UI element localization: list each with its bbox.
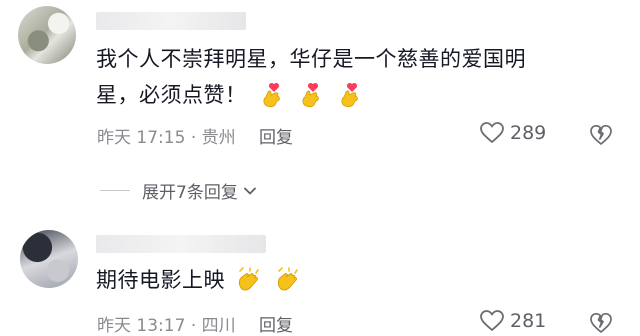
finger-heart-emoji-icon xyxy=(263,82,280,108)
heart-outline-icon xyxy=(480,310,504,332)
finger-heart-emoji-icon xyxy=(302,82,319,108)
dislike-broken-heart-icon[interactable] xyxy=(590,124,612,146)
comment-text: 我个人不崇拜明星，华仔是一个慈善的爱国明 xyxy=(96,47,526,71)
username-blurred[interactable] xyxy=(96,12,246,30)
avatar[interactable] xyxy=(18,6,76,64)
like-button[interactable]: 289 xyxy=(480,122,546,144)
expand-replies-label: 展开7条回复 xyxy=(142,183,238,203)
comment-time: 昨天 17:15 xyxy=(97,128,186,148)
expand-replies-button[interactable]: 展开7条回复 xyxy=(100,178,258,203)
finger-heart-emoji-icon xyxy=(341,82,358,108)
comment-text: 期待电影上映 xyxy=(96,265,303,295)
like-count: 281 xyxy=(510,310,547,332)
comment-location: 四川 xyxy=(201,316,236,336)
comment-text-line2: 星，必须点赞！ xyxy=(96,83,247,107)
like-count: 289 xyxy=(510,122,547,144)
clapping-hands-emoji-icon xyxy=(278,267,299,291)
comment-time: 昨天 13:17 xyxy=(97,316,186,336)
comment-meta: 昨天 17:15 · 贵州 回复 xyxy=(97,123,293,148)
comment-location: 贵州 xyxy=(201,128,236,148)
reply-button[interactable]: 回复 xyxy=(259,316,293,336)
comment-text-continued: 星，必须点赞！ xyxy=(96,80,364,110)
heart-outline-icon xyxy=(480,122,504,144)
username-blurred[interactable] xyxy=(96,235,266,253)
like-button[interactable]: 281 xyxy=(480,310,546,332)
clapping-hands-emoji-icon xyxy=(239,267,259,291)
meta-separator: · xyxy=(190,316,197,336)
dislike-broken-heart-icon[interactable] xyxy=(590,312,612,334)
chevron-down-icon xyxy=(243,187,256,194)
meta-separator: · xyxy=(190,128,197,148)
comment-text-line1: 期待电影上映 xyxy=(96,268,225,292)
avatar[interactable] xyxy=(20,230,78,288)
comment-meta: 昨天 13:17 · 四川 回复 xyxy=(97,311,293,336)
reply-button[interactable]: 回复 xyxy=(259,128,293,148)
divider-line xyxy=(100,190,130,191)
